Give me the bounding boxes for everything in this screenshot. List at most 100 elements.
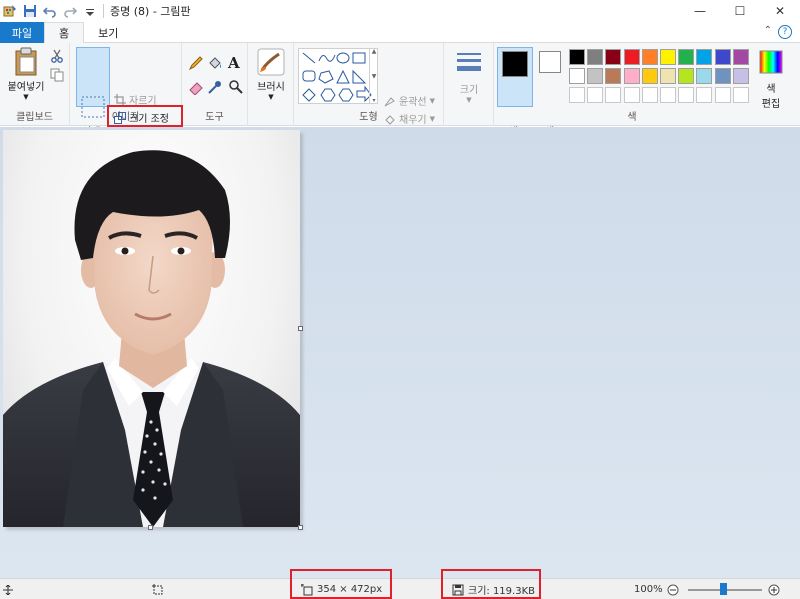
image-dimensions-icon xyxy=(301,583,313,595)
color-swatch[interactable] xyxy=(587,49,604,65)
quick-access-toolbar xyxy=(0,4,97,18)
window-title: 증명 (8) - 그림판 xyxy=(110,5,191,18)
ribbon-tabs: 파일 홈 보기 ⌃ ? xyxy=(0,22,800,43)
color-swatch[interactable] xyxy=(623,68,640,84)
color-picker-icon[interactable] xyxy=(207,79,223,95)
zoom-level: 100% xyxy=(634,584,663,595)
undo-icon[interactable] xyxy=(43,4,57,18)
zoom-in-button[interactable] xyxy=(768,579,780,599)
color-swatch[interactable] xyxy=(623,49,640,65)
tools-group-label: 도구 xyxy=(205,112,224,123)
color-swatch[interactable] xyxy=(660,68,676,84)
color-swatch[interactable] xyxy=(714,49,731,65)
cut-icon[interactable] xyxy=(50,49,64,63)
brushes-dropdown-icon[interactable]: ▼ xyxy=(268,93,273,101)
custom-color-slot[interactable] xyxy=(678,87,695,103)
color-swatch[interactable] xyxy=(587,68,604,84)
magnifier-icon[interactable] xyxy=(228,79,244,95)
color-swatch[interactable] xyxy=(660,49,676,65)
line-size-icon xyxy=(457,53,481,71)
color-swatch[interactable] xyxy=(569,49,585,65)
help-icon[interactable]: ? xyxy=(778,25,792,39)
scroll-up-icon[interactable]: ▲ xyxy=(372,48,377,55)
edit-colors-button[interactable]: 색 편집 xyxy=(754,50,788,110)
scroll-down-icon[interactable]: ▼ xyxy=(372,73,377,80)
fill-button[interactable]: 채우기 ▼ xyxy=(384,111,435,126)
minimize-button[interactable]: — xyxy=(680,0,720,22)
resize-highlight-box xyxy=(107,105,183,127)
resize-handle-right[interactable] xyxy=(298,326,303,331)
color-swatch[interactable] xyxy=(678,68,695,84)
crop-icon xyxy=(114,93,126,106)
custom-color-slot[interactable] xyxy=(660,87,676,103)
size-dropdown-icon[interactable]: ▼ xyxy=(466,96,471,104)
save-icon[interactable] xyxy=(23,4,37,18)
color-swatch[interactable] xyxy=(605,68,622,84)
color-swatch[interactable] xyxy=(569,68,585,84)
canvas-image[interactable] xyxy=(3,130,300,527)
color-swatch[interactable] xyxy=(641,68,658,84)
custom-color-slot[interactable] xyxy=(605,87,622,103)
gallery-more-icon[interactable]: ▾ xyxy=(372,97,375,104)
shapes-gallery[interactable] xyxy=(298,48,378,104)
resize-handle-corner[interactable] xyxy=(298,525,303,530)
maximize-button[interactable]: ☐ xyxy=(720,0,760,22)
shapes-gallery-icons xyxy=(302,52,372,103)
text-tool-icon[interactable]: A xyxy=(228,54,240,72)
color2-swatch[interactable] xyxy=(539,51,561,73)
shapes-gallery-scroll[interactable]: ▲ ▼ ▾ xyxy=(369,48,378,104)
zoom-slider-thumb[interactable] xyxy=(720,583,727,595)
zoom-out-button[interactable] xyxy=(667,579,679,599)
paste-button[interactable]: 붙여넣기 ▼ xyxy=(4,47,48,101)
color-swatch[interactable] xyxy=(678,49,695,65)
pencil-icon[interactable] xyxy=(188,55,204,71)
outline-dropdown-icon[interactable]: ▼ xyxy=(430,97,435,105)
file-size: 크기: 119.3KB xyxy=(452,579,535,599)
color-swatch[interactable] xyxy=(605,49,622,65)
outline-button[interactable]: 윤곽선 ▼ xyxy=(384,93,435,108)
tab-view[interactable]: 보기 xyxy=(84,22,132,43)
custom-color-slot[interactable] xyxy=(587,87,604,103)
zoom-out-icon xyxy=(667,584,679,595)
copy-icon[interactable] xyxy=(50,68,64,82)
canvas-area[interactable] xyxy=(0,127,800,578)
custom-color-slot[interactable] xyxy=(641,87,658,103)
custom-color-slot[interactable] xyxy=(623,87,640,103)
close-button[interactable]: ✕ xyxy=(760,0,800,22)
redo-icon[interactable] xyxy=(63,4,77,18)
custom-color-slot[interactable] xyxy=(714,87,731,103)
portrait-photo xyxy=(3,150,300,527)
collapse-ribbon-icon[interactable]: ⌃ xyxy=(764,25,772,36)
paste-icon xyxy=(15,47,37,76)
color-wheel-icon xyxy=(759,50,783,74)
clipboard-group: 붙여넣기 ▼ 클립보드 xyxy=(0,43,70,126)
tab-file[interactable]: 파일 xyxy=(0,22,44,43)
custom-color-slot[interactable] xyxy=(732,87,749,103)
cursor-position xyxy=(3,579,13,599)
color-swatch[interactable] xyxy=(714,68,731,84)
brushes-label: 브러시 xyxy=(257,82,285,93)
tab-home[interactable]: 홈 xyxy=(44,22,85,43)
fill-icon xyxy=(385,114,395,125)
fill-bucket-icon[interactable] xyxy=(207,55,223,71)
color-swatch[interactable] xyxy=(696,68,713,84)
customize-toolbar-icon[interactable] xyxy=(83,4,97,18)
resize-handle-bottom[interactable] xyxy=(148,525,153,530)
color-swatch[interactable] xyxy=(641,49,658,65)
fill-dropdown-icon[interactable]: ▼ xyxy=(430,115,435,123)
size-group: 크기 ▼ xyxy=(444,43,494,126)
custom-color-slot[interactable] xyxy=(696,87,713,103)
file-size-value: 크기: 119.3KB xyxy=(468,586,535,597)
custom-color-slot[interactable] xyxy=(569,87,585,103)
eraser-icon[interactable] xyxy=(188,79,204,95)
color-swatch[interactable] xyxy=(732,68,749,84)
color-swatch[interactable] xyxy=(696,49,713,65)
paste-label: 붙여넣기 xyxy=(7,82,45,93)
paste-dropdown-icon[interactable]: ▼ xyxy=(23,93,28,101)
size-button[interactable]: 크기 ▼ xyxy=(450,51,488,104)
edit-colors-label-2: 편집 xyxy=(761,99,781,110)
brushes-button[interactable]: 브러시 ▼ xyxy=(252,48,290,101)
edit-colors-label: 색 xyxy=(766,84,776,95)
color-swatch[interactable] xyxy=(732,49,749,65)
outline-label: 윤곽선 xyxy=(399,97,427,108)
